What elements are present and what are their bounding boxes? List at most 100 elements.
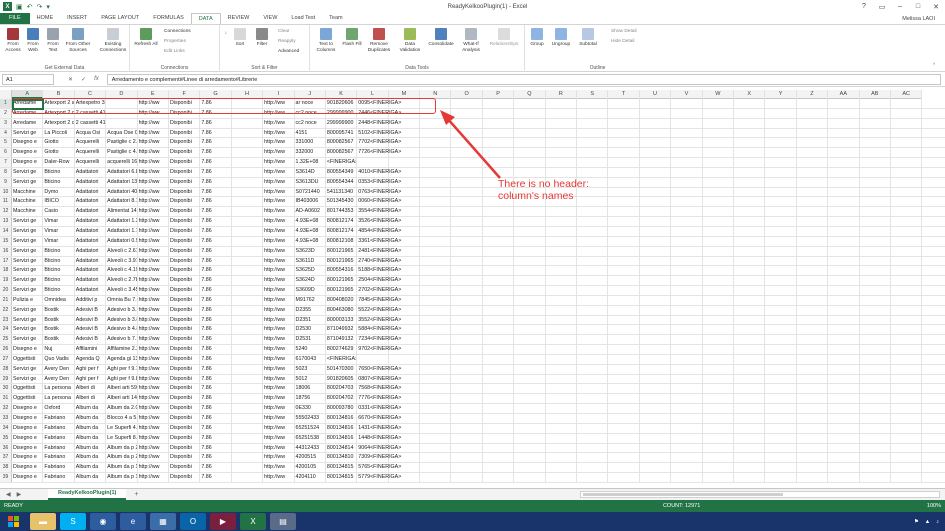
grid-cell[interactable] — [232, 256, 264, 266]
grid-cell[interactable] — [797, 305, 829, 315]
grid-cell[interactable] — [514, 325, 546, 335]
grid-cell[interactable] — [608, 305, 640, 315]
what-if-analysis-button[interactable]: What-If Analysis — [458, 28, 484, 53]
row-header[interactable]: 28 — [0, 364, 12, 374]
grid-cell[interactable] — [734, 207, 766, 217]
grid-cell[interactable] — [734, 128, 766, 138]
grid-cell[interactable] — [389, 148, 421, 158]
grid-cell[interactable] — [703, 335, 734, 345]
grid-cell[interactable] — [608, 335, 640, 345]
grid-cell[interactable]: 7.86 — [200, 463, 232, 473]
row-header[interactable]: 26 — [0, 345, 12, 354]
grid-cell[interactable] — [232, 226, 264, 236]
grid-cell[interactable]: S3624D — [295, 276, 326, 286]
grid-cell[interactable]: Bticino — [43, 256, 75, 266]
help-icon[interactable]: ? — [855, 3, 873, 11]
grid-cell[interactable] — [828, 246, 860, 256]
grid-cell[interactable]: Disponibi — [169, 158, 201, 167]
grid-cell[interactable] — [640, 118, 672, 128]
grid-cell[interactable] — [514, 286, 546, 295]
grid-cell[interactable] — [640, 217, 672, 226]
grid-cell[interactable] — [608, 354, 640, 364]
grid-cell[interactable]: Adattatori 6.85 — [106, 167, 138, 177]
grid-cell[interactable]: 2740<FINERIGA> — [357, 256, 401, 266]
grid-cell[interactable] — [828, 325, 860, 335]
grid-cell[interactable] — [765, 286, 797, 295]
grid-cell[interactable]: 2 cassetti 41.82 — [75, 118, 107, 128]
grid-cell[interactable] — [546, 167, 578, 177]
grid-cell[interactable] — [420, 177, 452, 187]
grid-cell[interactable] — [514, 217, 546, 226]
start-button[interactable] — [0, 512, 28, 531]
grid-cell[interactable]: 1448<FINERIGA> — [357, 433, 401, 443]
grid-cell[interactable] — [232, 286, 264, 295]
grid-cell[interactable] — [640, 354, 672, 364]
grid-cell[interactable] — [797, 236, 829, 246]
sort-az-icon[interactable]: ↓ — [222, 31, 230, 37]
tray-volume-icon[interactable]: ♪ — [936, 519, 939, 525]
column-header[interactable]: J — [295, 90, 326, 99]
grid-cell[interactable] — [734, 167, 766, 177]
grid-cell[interactable] — [797, 364, 829, 374]
grid-cell[interactable]: 7776<FINERIGA> — [357, 394, 401, 404]
column-header[interactable]: AA — [828, 90, 860, 99]
grid-cell[interactable]: 800095741 — [326, 128, 358, 138]
grid-cell[interactable]: Disponibi — [169, 108, 201, 118]
grid-cell[interactable] — [451, 453, 483, 463]
grid-cell[interactable] — [734, 266, 766, 276]
grid-cell[interactable]: Servizi ge — [12, 286, 44, 295]
grid-cell[interactable]: 7.86 — [200, 364, 232, 374]
grid-cell[interactable] — [389, 276, 421, 286]
grid-cell[interactable]: 4200105 — [295, 463, 326, 473]
grid-cell[interactable] — [389, 128, 421, 138]
grid-cell[interactable] — [546, 423, 578, 433]
grid-cell[interactable]: 800121965 — [326, 256, 358, 266]
grid-cell[interactable] — [514, 276, 546, 286]
column-header[interactable]: H — [232, 90, 264, 99]
grid-cell[interactable]: 7.86 — [200, 414, 232, 423]
grid-cell[interactable] — [389, 404, 421, 413]
grid-cell[interactable] — [828, 148, 860, 158]
grid-cell[interactable]: Acquerelli — [75, 158, 107, 167]
grid-cell[interactable] — [828, 433, 860, 443]
grid-cell[interactable] — [232, 394, 264, 404]
show-detail-button[interactable]: Show Detail — [611, 29, 637, 34]
grid-cell[interactable] — [703, 108, 734, 118]
grid-cell[interactable] — [765, 335, 797, 345]
grid-cell[interactable] — [640, 148, 672, 158]
grid-cell[interactable] — [797, 473, 829, 482]
grid-cell[interactable] — [703, 473, 734, 482]
grid-cell[interactable]: 800812174 — [326, 226, 358, 236]
grid-cell[interactable] — [451, 226, 483, 236]
from-text-button[interactable]: From Text — [44, 28, 62, 53]
grid-cell[interactable]: IBICO — [43, 197, 75, 207]
grid-cell[interactable] — [671, 374, 703, 384]
grid-cell[interactable]: Disponibi — [169, 414, 201, 423]
grid-cell[interactable]: 5188<FINERIGA> — [357, 266, 401, 276]
grid-cell[interactable] — [828, 207, 860, 217]
grid-cell[interactable] — [451, 167, 483, 177]
grid-cell[interactable]: Disponibi — [169, 364, 201, 374]
grid-cell[interactable] — [671, 384, 703, 394]
tray-network-icon[interactable]: ▲ — [925, 519, 930, 525]
media-icon[interactable]: ▶ — [210, 513, 236, 530]
customize-qat-icon[interactable]: ▾ — [46, 3, 50, 11]
grid-cell[interactable]: cc2 noce — [295, 118, 326, 128]
grid-cell[interactable] — [671, 266, 703, 276]
grid-cell[interactable] — [703, 404, 734, 413]
column-header[interactable]: X — [734, 90, 766, 99]
filter-button[interactable]: Filter — [252, 28, 272, 48]
grid-cell[interactable]: Artexport 2 cassetti 2 — [43, 118, 75, 128]
grid-cell[interactable]: 55502433 — [295, 414, 326, 423]
grid-cell[interactable] — [389, 226, 421, 236]
grid-cell[interactable]: Disponibi — [169, 177, 201, 187]
grid-cell[interactable]: Fabriano — [43, 433, 75, 443]
grid-cell[interactable] — [797, 108, 829, 118]
grid-cell[interactable] — [734, 295, 766, 305]
grid-cell[interactable]: Adattatori — [75, 187, 107, 197]
grid-cell[interactable] — [860, 256, 891, 266]
grid-cell[interactable]: http://ww — [263, 404, 295, 413]
row-header[interactable]: 34 — [0, 423, 12, 433]
grid-cell[interactable] — [703, 197, 734, 207]
grid-cell[interactable] — [640, 295, 672, 305]
